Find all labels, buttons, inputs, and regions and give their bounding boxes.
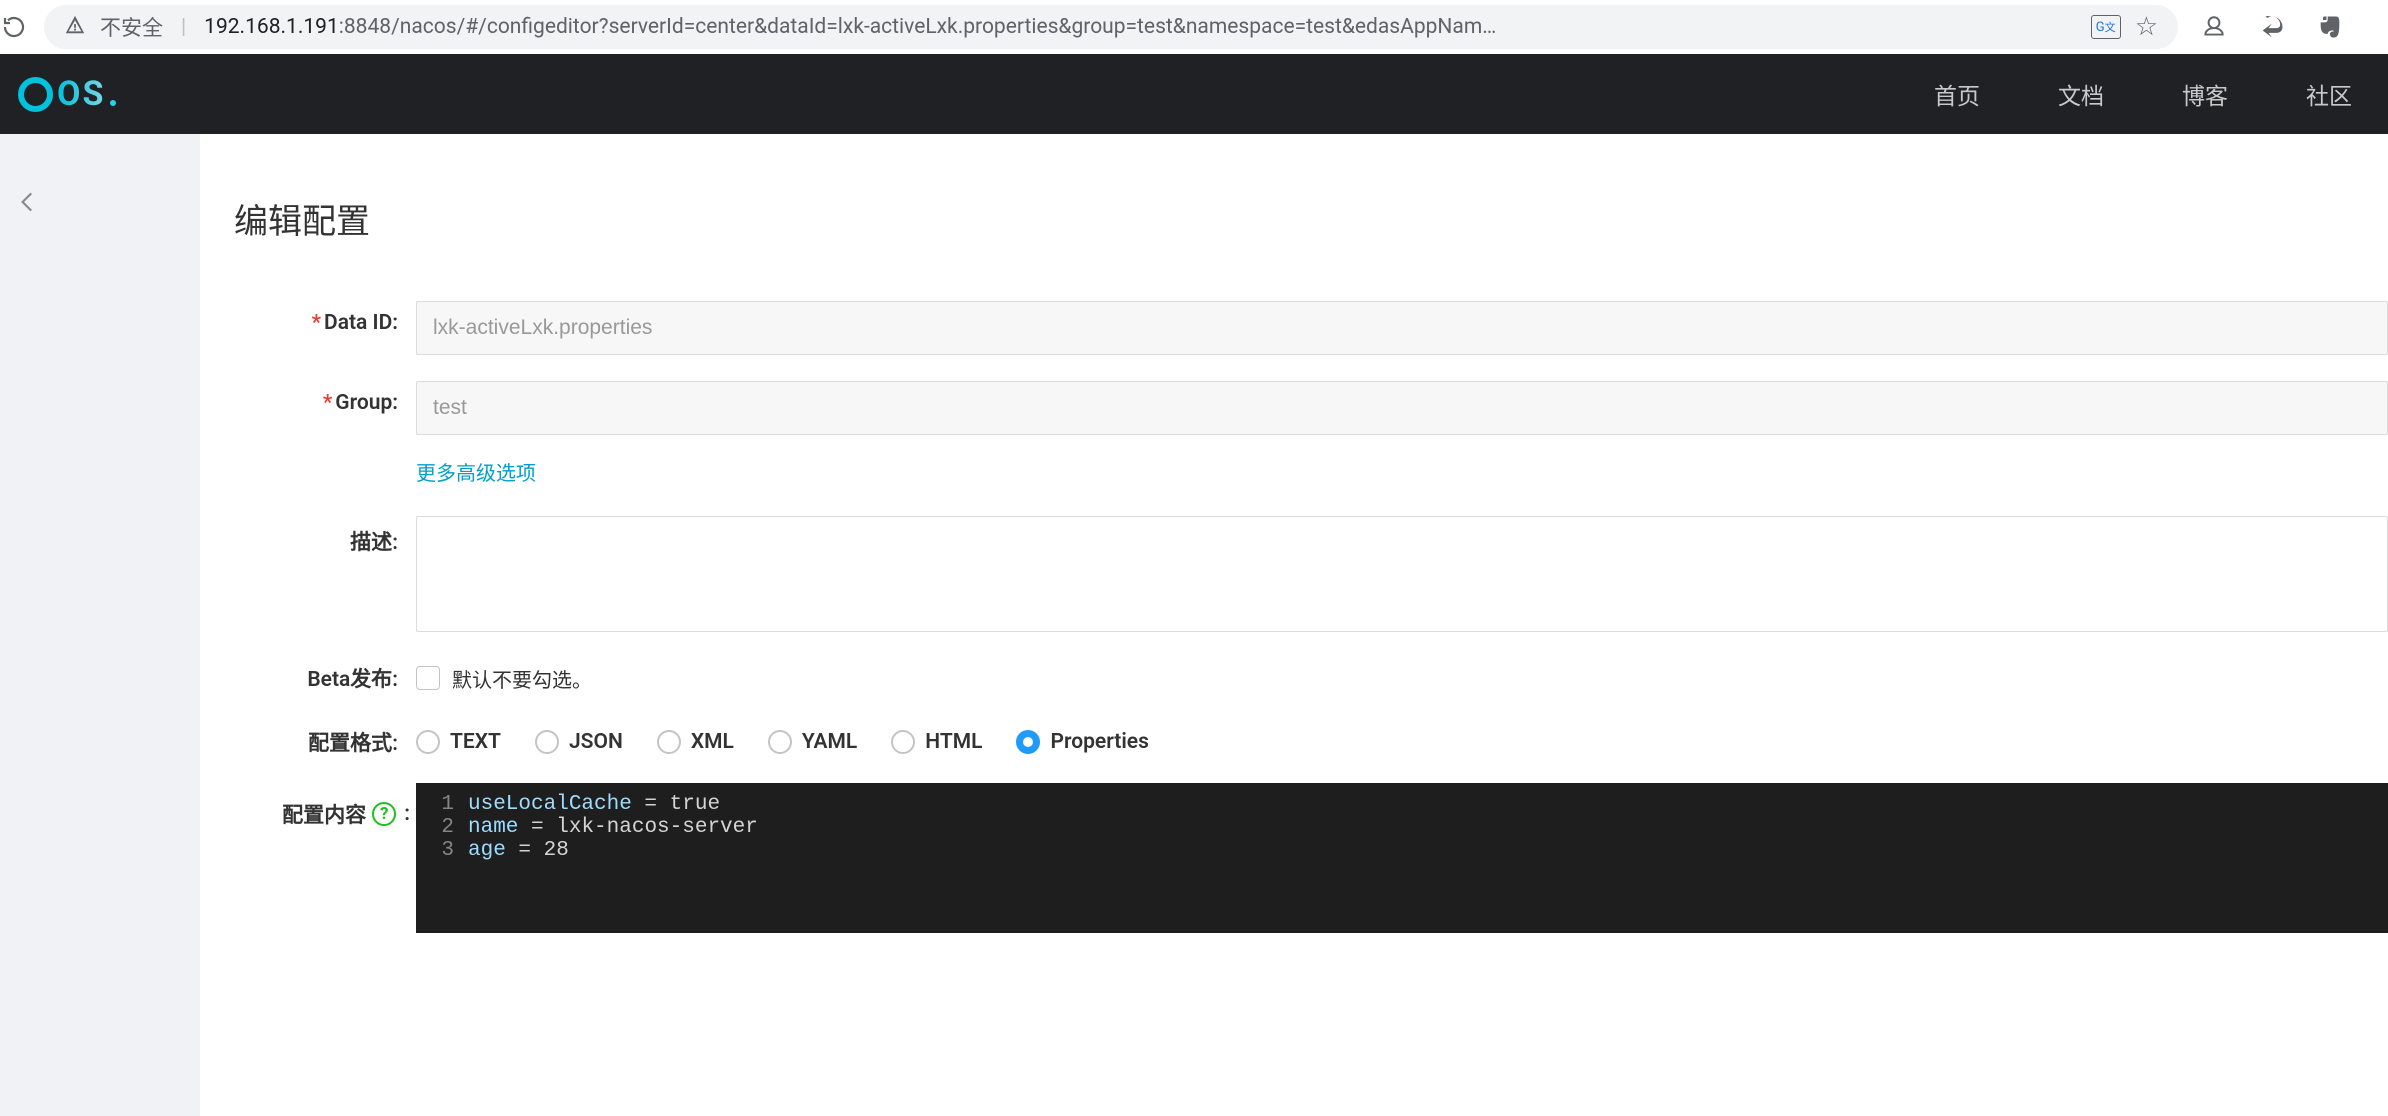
- radio-icon: [891, 730, 915, 754]
- logo-dot-icon: [110, 100, 116, 106]
- translate-icon[interactable]: G文: [2091, 15, 2121, 39]
- radio-label: TEXT: [450, 730, 501, 754]
- radio-label: JSON: [569, 730, 623, 754]
- label-beta: Beta发布:: [234, 663, 416, 693]
- sidebar: [0, 134, 200, 1116]
- gutter-number: 3: [416, 839, 468, 862]
- format-radio-html[interactable]: HTML: [891, 730, 982, 754]
- row-data-id: *Data ID:: [234, 301, 2388, 355]
- radio-icon: [1016, 730, 1040, 754]
- code-editor[interactable]: 1useLocalCache = true2name = lxk-nacos-s…: [416, 783, 2388, 933]
- data-id-input[interactable]: [416, 301, 2388, 355]
- help-icon[interactable]: ?: [372, 802, 396, 826]
- label-group: *Group:: [234, 381, 416, 415]
- radio-label: YAML: [802, 730, 857, 754]
- extension-icon-2[interactable]: [2258, 13, 2286, 41]
- radio-icon: [657, 730, 681, 754]
- app-body: 编辑配置 *Data ID: *Group: 更多高级选项 描述:: [0, 134, 2388, 1116]
- refresh-icon[interactable]: [0, 13, 28, 41]
- group-input[interactable]: [416, 381, 2388, 435]
- format-radio-text[interactable]: TEXT: [416, 730, 501, 754]
- code-text: useLocalCache = true: [468, 793, 2388, 816]
- extension-icons: [2200, 13, 2364, 41]
- insecure-icon: [64, 14, 86, 41]
- separator: |: [181, 15, 186, 39]
- label-format: 配置格式:: [234, 727, 416, 757]
- label-desc: 描述:: [234, 516, 416, 556]
- radio-icon: [416, 730, 440, 754]
- code-line: 2name = lxk-nacos-server: [416, 816, 2388, 839]
- format-radio-json[interactable]: JSON: [535, 730, 623, 754]
- page-title: 编辑配置: [234, 194, 2388, 243]
- format-radio-xml[interactable]: XML: [657, 730, 734, 754]
- nav-community[interactable]: 社区: [2306, 77, 2352, 111]
- url-text: 192.168.1.191:8848/nacos/#/configeditor?…: [204, 15, 2077, 39]
- row-format: 配置格式: TEXT JSON XML YAML HTML Properties: [234, 727, 2388, 757]
- more-advanced-link[interactable]: 更多高级选项: [416, 457, 536, 486]
- browser-chrome: 不安全 | 192.168.1.191:8848/nacos/#/confige…: [0, 0, 2388, 54]
- bookmark-star-icon[interactable]: ☆: [2135, 12, 2158, 42]
- sidebar-collapse-icon[interactable]: [6, 180, 50, 224]
- row-desc: 描述:: [234, 516, 2388, 637]
- radio-label: HTML: [925, 730, 982, 754]
- code-line: 1useLocalCache = true: [416, 793, 2388, 816]
- gutter-number: 2: [416, 816, 468, 839]
- format-radio-yaml[interactable]: YAML: [768, 730, 857, 754]
- row-more: 更多高级选项: [234, 455, 2388, 486]
- top-nav: 首页 文档 博客 社区: [1934, 77, 2352, 111]
- nav-blog[interactable]: 博客: [2182, 77, 2228, 111]
- row-beta: Beta发布: 默认不要勾选。: [234, 663, 2388, 693]
- beta-tip: 默认不要勾选。: [452, 664, 592, 693]
- label-data-id: *Data ID:: [234, 301, 416, 335]
- evernote-icon[interactable]: [2316, 13, 2344, 41]
- radio-label: XML: [691, 730, 734, 754]
- main-panel: 编辑配置 *Data ID: *Group: 更多高级选项 描述:: [200, 134, 2388, 1116]
- nav-docs[interactable]: 文档: [2058, 77, 2104, 111]
- row-content: 配置内容 ? : 1useLocalCache = true2name = lx…: [234, 783, 2388, 933]
- label-content: 配置内容 ? :: [234, 783, 416, 829]
- radio-icon: [535, 730, 559, 754]
- insecure-label: 不安全: [100, 12, 163, 42]
- radio-icon: [768, 730, 792, 754]
- gutter-number: 1: [416, 793, 468, 816]
- logo-ring-icon: [18, 77, 53, 112]
- nav-home[interactable]: 首页: [1934, 77, 1980, 111]
- format-radio-properties[interactable]: Properties: [1016, 730, 1148, 754]
- code-text: name = lxk-nacos-server: [468, 816, 2388, 839]
- row-group: *Group:: [234, 381, 2388, 435]
- beta-checkbox[interactable]: [416, 666, 440, 690]
- logo-text: OS: [57, 74, 105, 114]
- app-header: OS 首页 文档 博客 社区: [0, 54, 2388, 134]
- logo[interactable]: OS: [36, 74, 116, 114]
- extension-icon-1[interactable]: [2200, 13, 2228, 41]
- code-text: age = 28: [468, 839, 2388, 862]
- desc-textarea[interactable]: [416, 516, 2388, 632]
- radio-label: Properties: [1050, 730, 1148, 754]
- code-line: 3age = 28: [416, 839, 2388, 862]
- address-bar[interactable]: 不安全 | 192.168.1.191:8848/nacos/#/confige…: [44, 5, 2178, 49]
